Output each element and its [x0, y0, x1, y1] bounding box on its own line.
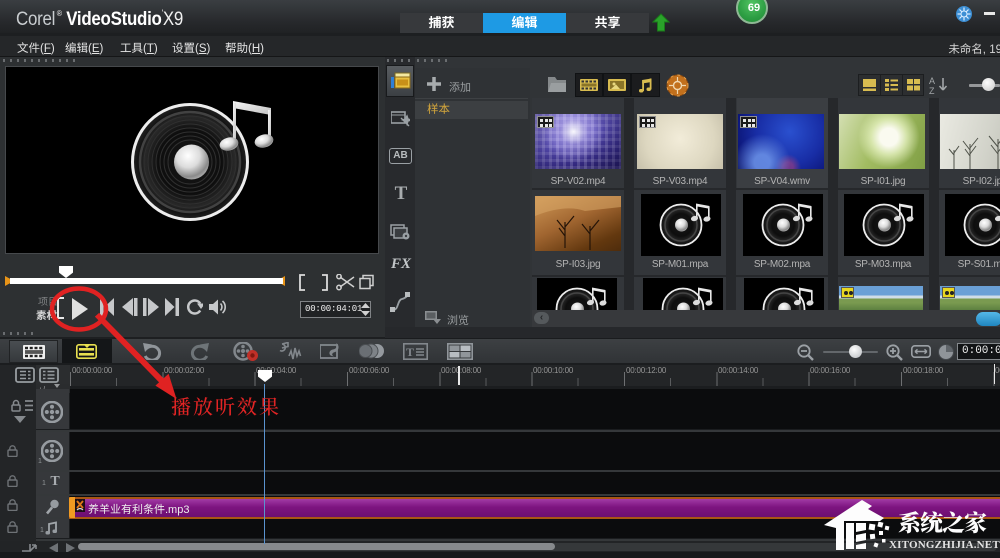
svg-text:T: T — [406, 345, 414, 359]
svg-text:A: A — [929, 76, 935, 86]
svg-text:Z: Z — [929, 86, 935, 95]
